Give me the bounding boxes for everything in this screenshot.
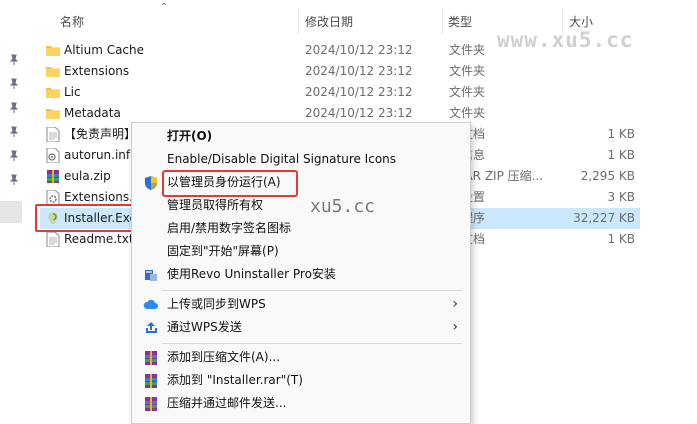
- submenu-arrow-icon: ›: [452, 319, 458, 335]
- menu-item-add-to-archive[interactable]: 添加到压缩文件(A)...: [132, 346, 470, 369]
- file-row[interactable]: Lic 2024/10/12 23:12 文件夹: [40, 82, 640, 103]
- column-divider[interactable]: [298, 8, 299, 34]
- pin-icon[interactable]: [8, 126, 20, 138]
- cloud-icon: [143, 299, 158, 309]
- file-row[interactable]: Altium Cache 2024/10/12 23:12 文件夹: [40, 40, 640, 61]
- menu-separator: [162, 290, 462, 291]
- navigation-selected-item[interactable]: [0, 201, 22, 223]
- menu-item-toggle-signature[interactable]: 启用/禁用数字签名图标: [132, 217, 470, 240]
- pin-icon[interactable]: [8, 102, 20, 114]
- folder-icon: [46, 109, 60, 119]
- menu-item-wps-upload[interactable]: 上传或同步到WPS ›: [132, 293, 470, 316]
- pin-icon[interactable]: [8, 150, 20, 162]
- pin-icon[interactable]: [8, 78, 20, 90]
- column-header-date[interactable]: 修改日期: [305, 8, 435, 34]
- menu-item-take-ownership[interactable]: 管理员取得所有权: [132, 194, 470, 217]
- folder-icon: [46, 88, 60, 98]
- revo-uninstaller-icon: [145, 270, 157, 281]
- folder-icon: [46, 46, 60, 56]
- menu-item-open[interactable]: 打开(O): [132, 125, 470, 148]
- winrar-icon: [145, 374, 157, 388]
- file-row[interactable]: Metadata 2024/10/12 23:12 文件夹: [40, 103, 640, 124]
- column-divider[interactable]: [442, 8, 443, 34]
- pin-icon[interactable]: [8, 54, 20, 66]
- pin-icon[interactable]: [8, 174, 20, 186]
- submenu-arrow-icon: ›: [452, 296, 458, 312]
- text-file-icon: [46, 127, 60, 142]
- context-menu: 打开(O) Enable/Disable Digital Signature I…: [131, 122, 471, 424]
- folder-icon: [46, 67, 60, 77]
- zip-file-icon: [47, 170, 59, 183]
- annotation-highlight-box: [162, 170, 298, 197]
- menu-item-add-to-rar[interactable]: 添加到 "Installer.rar"(T): [132, 369, 470, 392]
- share-icon: [146, 322, 157, 333]
- watermark-text: xu5.cc: [310, 196, 376, 217]
- column-header-name[interactable]: 名称: [60, 8, 290, 34]
- inf-file-icon: [46, 148, 60, 163]
- file-row[interactable]: Extensions 2024/10/12 23:12 文件夹: [40, 61, 640, 82]
- winrar-icon: [145, 351, 157, 365]
- menu-item-signature-icons[interactable]: Enable/Disable Digital Signature Icons: [132, 148, 470, 171]
- ini-file-icon: [46, 190, 60, 205]
- uac-shield-icon: [145, 176, 157, 190]
- menu-item-revo-install[interactable]: 使用Revo Uninstaller Pro安装: [132, 263, 470, 286]
- menu-item-compress-email[interactable]: 压缩并通过邮件发送...: [132, 392, 470, 415]
- winrar-icon: [145, 397, 157, 411]
- menu-separator: [162, 343, 462, 344]
- annotation-highlight-box: [35, 204, 143, 232]
- text-file-icon: [46, 232, 60, 247]
- menu-item-pin-to-start[interactable]: 固定到"开始"屏幕(P): [132, 240, 470, 263]
- menu-item-wps-send[interactable]: 通过WPS发送 ›: [132, 316, 470, 339]
